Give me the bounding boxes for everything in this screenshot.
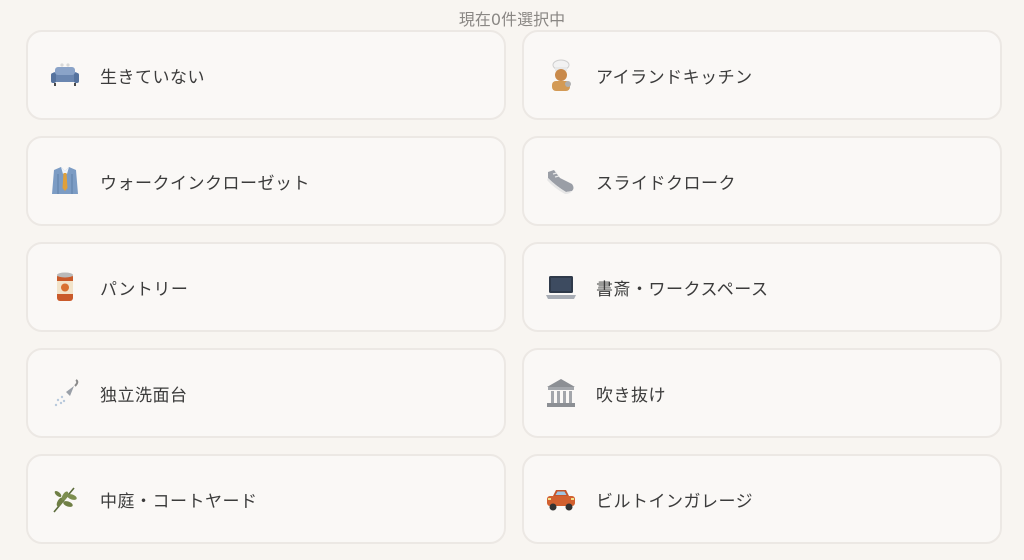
option-card-courtyard[interactable]: 中庭・コートヤード [26, 454, 506, 544]
option-label: 書斎・ワークスペース [596, 279, 769, 300]
option-label: 生きていない [100, 67, 205, 88]
option-grid: 生きていない アイランドキッチン ウォークインクローゼット スライドクローク パ… [26, 30, 1002, 544]
shirt-tie-icon [48, 164, 82, 198]
selection-count-text: 現在0件選択中 [458, 10, 566, 29]
option-label: ビルトインガレージ [596, 491, 754, 512]
option-card-not-living[interactable]: 生きていない [26, 30, 506, 120]
option-label: スライドクローク [596, 173, 736, 194]
classical-building-icon [544, 376, 578, 410]
sofa-icon [48, 58, 82, 92]
chef-icon [544, 58, 578, 92]
option-label: ウォークインクローゼット [100, 173, 310, 194]
option-label: アイランドキッチン [596, 67, 753, 88]
feature-selection-page: 現在0件選択中 生きていない アイランドキッチン ウォークインクローゼット スラ… [0, 0, 1024, 560]
option-card-pantry[interactable]: パントリー [26, 242, 506, 332]
option-label: 吹き抜け [596, 385, 666, 406]
option-label: 中庭・コートヤード [100, 491, 258, 512]
option-card-island-kitchen[interactable]: アイランドキッチン [522, 30, 1002, 120]
option-card-built-in-garage[interactable]: ビルトインガレージ [522, 454, 1002, 544]
herb-icon [48, 482, 82, 516]
option-card-atrium[interactable]: 吹き抜け [522, 348, 1002, 438]
option-card-study-workspace[interactable]: 書斎・ワークスペース [522, 242, 1002, 332]
option-label: パントリー [100, 279, 189, 300]
sneaker-icon [544, 164, 578, 198]
option-card-walk-in-closet[interactable]: ウォークインクローゼット [26, 136, 506, 226]
option-label: 独立洗面台 [100, 385, 188, 406]
option-card-slide-cloak[interactable]: スライドクローク [522, 136, 1002, 226]
car-icon [544, 482, 578, 516]
option-card-independent-washbasin[interactable]: 独立洗面台 [26, 348, 506, 438]
canned-food-icon [48, 270, 82, 304]
laptop-icon [544, 270, 578, 304]
shower-icon [48, 376, 82, 410]
